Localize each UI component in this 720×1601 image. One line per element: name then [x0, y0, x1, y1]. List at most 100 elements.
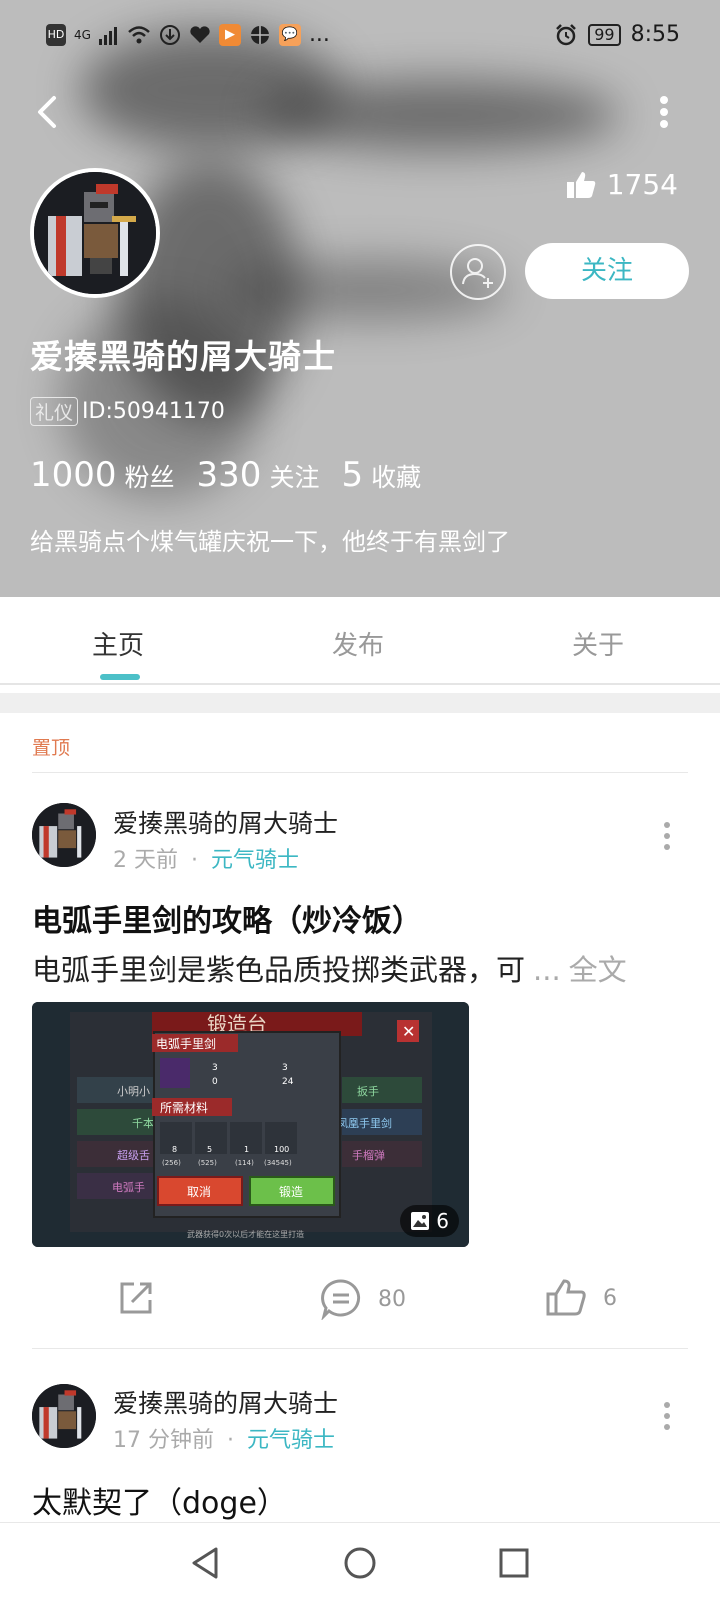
knight-avatar-image — [32, 803, 96, 867]
nav-back-icon[interactable] — [188, 1545, 224, 1581]
tab-about[interactable]: 关于 — [572, 625, 624, 662]
wifi-icon — [128, 25, 150, 43]
material-stock: (114) — [235, 1159, 254, 1167]
post-text[interactable]: 太默契了（doge） — [32, 1478, 287, 1522]
svg-text:✕: ✕ — [402, 1022, 415, 1041]
back-arrow-icon[interactable] — [30, 92, 70, 132]
post-author[interactable]: 爱揍黑骑的屑大骑士 — [113, 1384, 338, 1420]
post-meta: 17 分钟前 · 元气骑士 — [113, 1422, 335, 1454]
knight-avatar-image — [34, 172, 156, 294]
like-button[interactable]: 6 — [545, 1278, 617, 1318]
network-label: 4G — [74, 27, 91, 42]
image-footer-text: 武器获得0次以后才能在这里打造 — [187, 1229, 304, 1239]
image-count: 6 — [436, 1209, 449, 1233]
stat-value: 24 — [282, 1077, 294, 1087]
stat-number: 5 — [341, 455, 364, 495]
section-separator — [0, 693, 720, 713]
profile-bio: 给黑骑点个煤气罐庆祝一下，他终于有黑剑了 — [30, 528, 510, 556]
read-full-link[interactable]: 全文 — [569, 953, 627, 987]
profile-header: HD 4G ▶ 💬 ... 99 8:55 1754 关注 爱揍黑骑的屑大骑士 … — [0, 0, 720, 597]
background-blur — [260, 80, 620, 150]
stat-label: 关注 — [269, 463, 320, 492]
list-item: 超级舌 — [117, 1148, 150, 1162]
stat-fans[interactable]: 1000 粉丝 — [30, 455, 175, 495]
stat-value: 3 — [282, 1063, 288, 1073]
active-tab-indicator — [100, 674, 140, 680]
nav-recents-icon[interactable] — [496, 1545, 532, 1581]
post-avatar[interactable] — [32, 1384, 96, 1448]
material-count: 100 — [274, 1145, 289, 1154]
profile-id-line: 礼仪 ID:50941170 — [30, 397, 225, 426]
material-stock: (34545) — [264, 1159, 292, 1167]
gift-icon — [250, 25, 269, 44]
divider — [32, 1348, 688, 1349]
thumbs-up-icon — [566, 171, 595, 198]
app-icon-orange: ▶ — [218, 23, 241, 46]
image-count-badge: 6 — [400, 1205, 459, 1237]
download-icon — [159, 24, 180, 45]
post-actions: 80 6 — [0, 1278, 720, 1328]
comment-button[interactable]: 80 — [320, 1278, 406, 1320]
post-more-icon[interactable] — [662, 820, 672, 852]
follow-button[interactable]: 关注 — [525, 243, 689, 299]
chat-icon-orange: 💬 — [278, 23, 301, 46]
profile-likes: 1754 — [565, 168, 678, 201]
avatar[interactable] — [30, 168, 160, 298]
list-item: 凤凰手里剑 — [337, 1116, 392, 1130]
nav-home-icon[interactable] — [342, 1545, 378, 1581]
post-image[interactable]: 锻造台 ✕ 小明小 千本 超级舌 电弧手 扳手 凤凰手里剑 手榴弹 电弧手里剑 … — [32, 1002, 469, 1247]
post-excerpt[interactable]: 电弧手里剑是紫色品质投掷类武器，可... 全文 — [32, 947, 692, 989]
user-tag-badge: 礼仪 — [30, 397, 79, 426]
post-game-link[interactable]: 元气骑士 — [211, 848, 299, 873]
post-avatar[interactable] — [32, 803, 96, 867]
knight-avatar-image — [32, 1384, 96, 1448]
post-game-link[interactable]: 元气骑士 — [247, 1428, 335, 1453]
image-materials-label: 所需材料 — [160, 1101, 208, 1115]
material-stock: (525) — [198, 1159, 217, 1167]
profile-stats: 1000 粉丝 330 关注 5 收藏 — [30, 455, 421, 495]
post-ellipsis: ... — [533, 953, 561, 987]
post-title[interactable]: 电弧手里剑的攻略（炒冷饭） — [32, 896, 422, 940]
stat-favorites[interactable]: 5 收藏 — [341, 455, 421, 495]
stat-value: 0 — [212, 1077, 218, 1087]
material-count: 1 — [244, 1145, 249, 1154]
list-item: 千本 — [132, 1116, 154, 1130]
add-friend-icon[interactable] — [450, 244, 506, 300]
pinned-label: 置顶 — [32, 737, 71, 759]
material-count: 5 — [207, 1145, 212, 1154]
more-status-icon: ... — [308, 22, 330, 47]
system-nav-bar — [0, 1522, 720, 1601]
meta-separator: · — [191, 848, 198, 873]
image-icon — [411, 1212, 430, 1230]
profile-username: 爱揍黑骑的屑大骑士 — [30, 337, 336, 376]
heart-icon — [190, 25, 210, 43]
tab-home[interactable]: 主页 — [92, 625, 144, 662]
stat-following[interactable]: 330 关注 — [197, 455, 320, 495]
comment-count: 80 — [378, 1286, 406, 1312]
post-excerpt-text: 电弧手里剑是紫色品质投掷类武器，可 — [32, 953, 526, 987]
list-item: 小明小 — [117, 1085, 150, 1098]
material-stock: (256) — [162, 1159, 181, 1167]
stat-number: 1000 — [30, 455, 117, 495]
list-item: 电弧手 — [112, 1180, 145, 1194]
stat-label: 粉丝 — [124, 463, 175, 492]
image-forge-label: 锻造 — [279, 1185, 303, 1199]
image-weapon-name: 电弧手里剑 — [156, 1036, 216, 1051]
tab-posts[interactable]: 发布 — [332, 625, 384, 662]
stat-value: 3 — [212, 1063, 218, 1073]
thumbs-up-icon — [546, 1279, 586, 1316]
divider — [32, 772, 688, 773]
post-author[interactable]: 爱揍黑骑的屑大骑士 — [113, 804, 338, 840]
like-count: 6 — [603, 1285, 617, 1311]
signal-icon — [98, 26, 117, 45]
status-bar: HD 4G ▶ 💬 ... 99 8:55 — [0, 18, 720, 54]
more-vert-icon[interactable] — [654, 92, 674, 132]
share-button[interactable] — [116, 1278, 156, 1318]
image-cancel-label: 取消 — [187, 1185, 211, 1199]
post-more-icon[interactable] — [662, 1400, 672, 1432]
hd-icon: HD — [46, 23, 66, 46]
list-item: 扳手 — [357, 1084, 379, 1098]
list-item: 手榴弹 — [352, 1148, 385, 1162]
stat-label: 收藏 — [371, 463, 422, 492]
user-id: ID:50941170 — [82, 399, 225, 424]
